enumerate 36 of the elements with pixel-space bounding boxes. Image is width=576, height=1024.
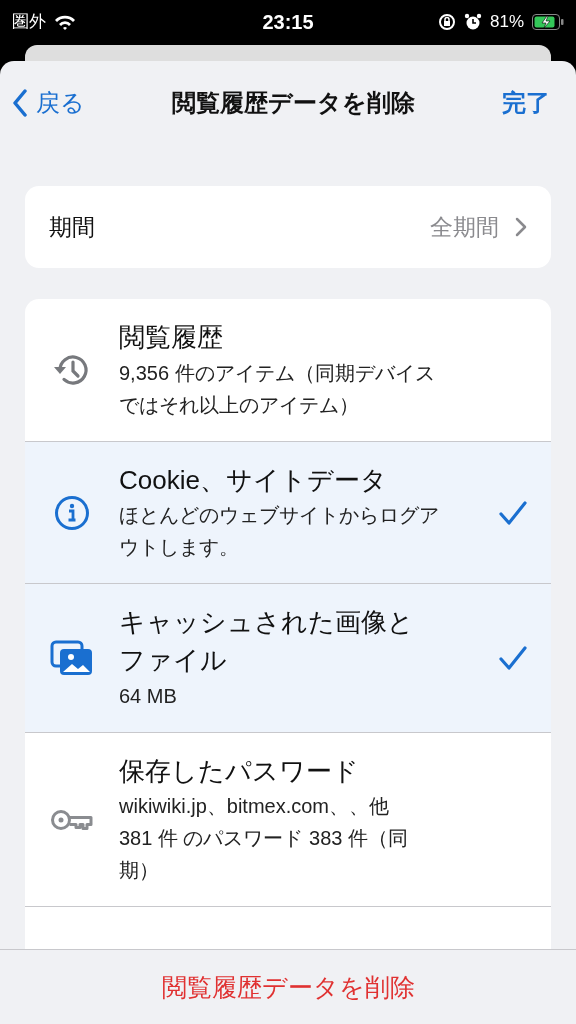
chevron-left-icon [12,89,28,117]
row-title: 保存したパスワード [119,754,360,788]
period-value: 全期間 [430,212,499,242]
data-type-row[interactable]: Cookie、サイトデータ ほとんどのウェブサイトからログア ウトします。 [25,441,551,585]
row-detail-line: 9,356 件のアイテム（同期デバイス [119,360,436,386]
row-detail-line: 期） [119,858,160,884]
rotation-lock-icon [437,13,456,31]
clock-time: 23:15 [262,10,314,35]
back-button[interactable]: 戻る [12,85,85,121]
row-detail-line: ほとんどのウェブサイトからログア [119,503,440,529]
battery-icon [532,14,564,30]
row-detail-line: 381 件 のパスワード 383 件（同 [119,826,409,852]
data-type-row[interactable]: 保存したパスワード wikiwiki.jp、bitmex.com、、他 381 件 のパスワード 383 件（同 期） [25,732,551,908]
chevron-right-icon [515,217,527,237]
row-title: Cookie、サイトデータ [119,463,388,497]
checkmark-icon [499,645,527,672]
alarm-icon [463,13,482,31]
row-detail-line: wikiwiki.jp、bitmex.com、、他 [119,794,391,820]
period-label: 期間 [49,212,95,242]
row-detail-line: ウトします。 [119,535,240,561]
key-icon [50,807,94,832]
page-title: 閲覧履歴データを削除 [172,88,415,118]
period-row[interactable]: 期間 全期間 [25,186,551,268]
battery-percent: 81% [489,11,524,34]
checkmark-icon [499,499,527,526]
row-title: キャッシュされた画像とファイル [119,606,415,678]
images-icon [50,640,94,677]
data-type-row[interactable]: キャッシュされた画像とファイル 64 MB [25,584,551,733]
row-title: 閲覧履歴 [119,321,224,354]
carrier-text: 圏外 [12,11,46,34]
row-detail-line: 64 MB [119,683,178,709]
wifi-icon [54,14,76,30]
done-button[interactable]: 完了 [502,85,550,121]
row-detail-line: ではそれ以上のアイテム） [119,392,360,418]
info-icon [54,494,90,531]
data-type-row[interactable]: 閲覧履歴 9,356 件のアイテム（同期デバイス ではそれ以上のアイテム） [25,299,551,442]
